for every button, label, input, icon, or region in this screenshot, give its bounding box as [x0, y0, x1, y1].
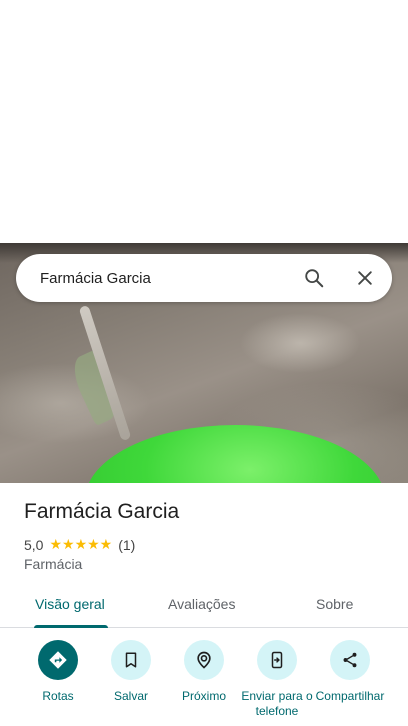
- bookmark-icon: [111, 640, 151, 680]
- tab-bar: Visão geral Avaliações Sobre: [0, 585, 408, 628]
- save-label: Salvar: [113, 689, 148, 703]
- action-bar: Rotas Salvar Próximo Enviar para o telef…: [0, 640, 408, 726]
- search-bar[interactable]: Farmácia Garcia: [16, 254, 392, 302]
- search-query[interactable]: Farmácia Garcia: [40, 270, 392, 287]
- search-icon[interactable]: [302, 266, 326, 290]
- map-area[interactable]: [0, 0, 408, 243]
- place-category: Farmácia: [24, 556, 83, 572]
- close-icon[interactable]: [353, 266, 377, 290]
- nearby-button[interactable]: Próximo: [164, 640, 244, 704]
- directions-button[interactable]: Rotas: [18, 640, 98, 704]
- share-icon: [330, 640, 370, 680]
- send-to-phone-button[interactable]: Enviar para o telefone: [237, 640, 317, 719]
- active-tab-indicator: [34, 625, 108, 628]
- nearby-label: Próximo: [181, 689, 226, 703]
- send-to-phone-label: Enviar para o telefone: [241, 689, 313, 718]
- directions-icon: [38, 640, 78, 680]
- tab-reviews[interactable]: Avaliações: [168, 596, 235, 612]
- directions-label: Rotas: [42, 689, 74, 703]
- share-label: Compartilhar: [315, 689, 385, 703]
- rating-value: 5,0: [24, 536, 44, 553]
- rating-row[interactable]: 5,0 ★★★★★ (1): [24, 536, 135, 553]
- place-title: Farmácia Garcia: [24, 500, 180, 523]
- share-button[interactable]: Compartilhar: [310, 640, 390, 704]
- nearby-icon: [184, 640, 224, 680]
- tab-overview[interactable]: Visão geral: [35, 596, 105, 612]
- send-to-phone-icon: [257, 640, 297, 680]
- tab-about[interactable]: Sobre: [316, 596, 353, 612]
- review-count[interactable]: (1): [118, 537, 135, 553]
- rating-stars: ★★★★★: [49, 536, 113, 552]
- save-button[interactable]: Salvar: [91, 640, 171, 704]
